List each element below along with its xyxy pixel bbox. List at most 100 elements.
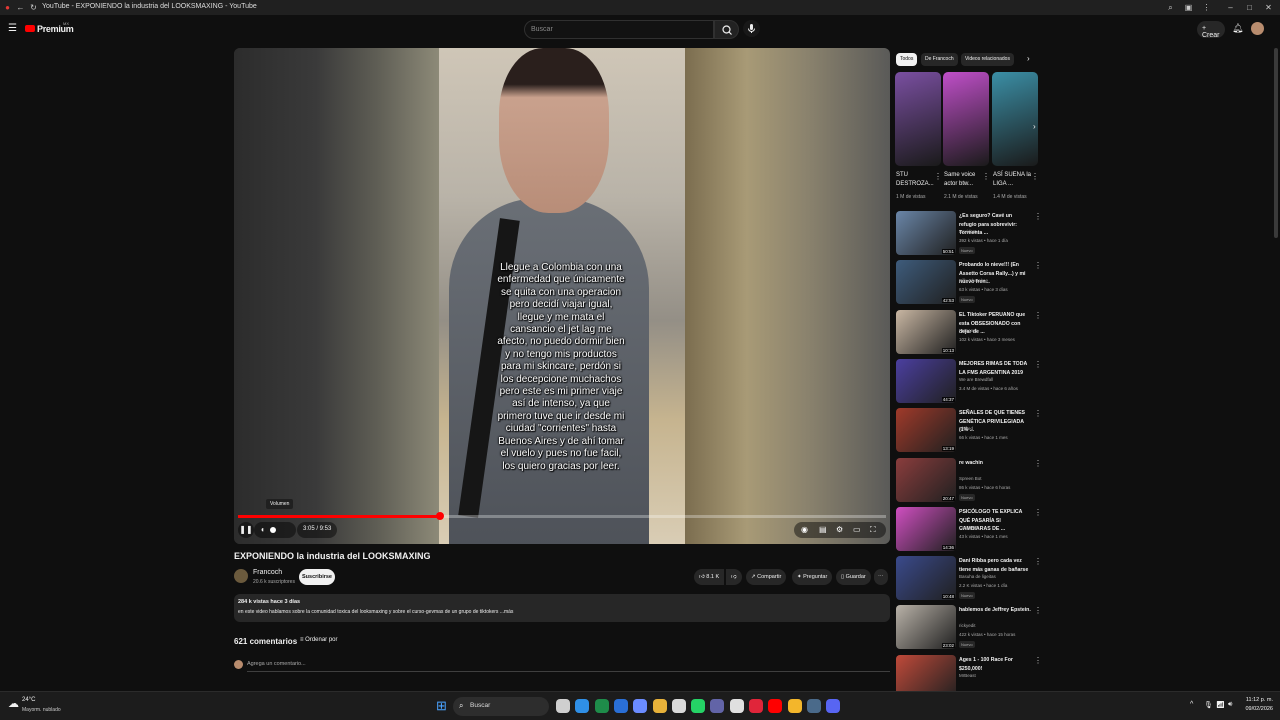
discord-icon[interactable] [826, 699, 841, 713]
video-menu-icon[interactable]: ⋮ [1034, 459, 1042, 468]
short-title[interactable]: ASÍ SUENA la LIGA ... [993, 171, 1031, 189]
miniplayer-icon[interactable]: ▭ [853, 525, 861, 534]
clock-date[interactable]: 09/02/2026 [1241, 706, 1273, 712]
close-icon[interactable]: ✕ [1264, 3, 1273, 12]
short-thumbnail[interactable] [895, 72, 941, 166]
save-button[interactable]: ▯ Guardar [836, 569, 871, 585]
share-button[interactable]: ↗ Compartir [746, 569, 787, 585]
short-title[interactable]: STU DESTROZA... [896, 171, 934, 189]
video-menu-icon[interactable]: ⋮ [1034, 557, 1042, 566]
video-thumbnail[interactable]: 44:37 [896, 359, 956, 403]
notifications-bell-icon[interactable]: 🔔︎ [1232, 23, 1243, 34]
whatsapp-icon[interactable] [691, 699, 706, 713]
video-channel[interactable]: Shifted [959, 426, 973, 431]
video-thumbnail[interactable]: 13:19 [896, 408, 956, 452]
menu-dots-icon[interactable]: ⋮ [1202, 3, 1211, 12]
shorts-next-chevron-icon[interactable]: › [1033, 122, 1036, 131]
description-box[interactable]: 284 k vistas hace 3 días en este video h… [234, 594, 890, 622]
clock-time[interactable]: 11:12 p. m. [1241, 697, 1273, 703]
video-channel[interactable]: Spreen Bot [959, 476, 982, 481]
video-thumbnail[interactable]: 50:51 [896, 211, 956, 255]
video-channel[interactable]: Francoch [959, 328, 978, 333]
video-menu-icon[interactable]: ⋮ [1034, 409, 1042, 418]
teams-icon[interactable] [710, 699, 725, 713]
video-channel[interactable]: rickyedit [959, 623, 976, 628]
like-button[interactable]: 👍︎ 8.1 K [694, 569, 725, 585]
chip-related[interactable]: Videos relacionados [961, 53, 1014, 66]
subtitles-icon[interactable]: ▤ [819, 525, 827, 534]
short-menu-icon[interactable]: ⋮ [982, 172, 990, 181]
chrome-icon[interactable] [787, 699, 802, 713]
short-menu-icon[interactable]: ⋮ [1031, 172, 1039, 181]
notepad-icon[interactable] [671, 699, 686, 713]
chip-from-channel[interactable]: De Francoch [921, 53, 958, 66]
wifi-icon[interactable]: 📶︎ [1216, 701, 1225, 709]
tray-mic-icon[interactable]: 🎙︎ [1204, 701, 1213, 709]
subscribe-button[interactable]: Suscribirse [299, 569, 335, 585]
opera-icon[interactable] [749, 699, 763, 713]
search-input[interactable]: Buscar [524, 20, 714, 39]
task-view-icon[interactable] [556, 699, 570, 713]
outlook-icon[interactable] [613, 699, 628, 713]
short-thumbnail[interactable] [992, 72, 1038, 166]
volume-control[interactable]: ◖ [254, 522, 296, 538]
reload-icon[interactable]: ↻ [29, 3, 38, 12]
channel-avatar[interactable] [234, 569, 248, 583]
youtube-app-icon[interactable] [768, 699, 783, 713]
dislike-button[interactable]: 👎︎ [726, 569, 742, 585]
sort-comments-button[interactable]: ≡ Ordenar por [300, 637, 338, 643]
video-title[interactable]: Ages 1 - 100 Race For $250,000! [959, 656, 1031, 673]
video-title[interactable]: hablemos de Jeffrey Epstein. [959, 606, 1031, 615]
video-title[interactable]: re wachin [959, 459, 1031, 468]
video-channel[interactable]: Billy Cherokee [959, 278, 988, 283]
minimize-icon[interactable]: – [1226, 3, 1235, 12]
video-menu-icon[interactable]: ⋮ [1034, 606, 1042, 615]
video-thumbnail[interactable]: 23:02 [896, 605, 956, 649]
video-thumbnail[interactable]: 10:13 [896, 310, 956, 354]
windows-start-icon[interactable]: ⊞ [436, 698, 447, 714]
settings-gear-icon[interactable]: ⚙ [836, 525, 843, 534]
speaker-icon[interactable]: 🔊︎ [1228, 701, 1232, 709]
video-title[interactable]: Dani Ribba pero cada vez tiene más ganas… [959, 557, 1031, 574]
volume-icon[interactable]: ◖ [260, 525, 265, 534]
hamburger-menu-icon[interactable]: ☰ [8, 23, 17, 34]
chips-next-chevron-icon[interactable]: › [1027, 54, 1030, 63]
weather-temp[interactable]: 24°C [22, 697, 35, 703]
video-menu-icon[interactable]: ⋮ [1034, 656, 1042, 665]
more-actions-button[interactable]: ⋯ [874, 569, 888, 585]
create-button[interactable]: + Crear [1197, 21, 1225, 39]
video-channel[interactable]: Devidcat [959, 229, 977, 234]
video-thumbnail[interactable]: 20:47 [896, 458, 956, 502]
youtube-logo-icon[interactable] [25, 25, 35, 32]
video-channel[interactable]: Basuha de ligeitas [959, 574, 996, 579]
short-title[interactable]: Same voice actor btw... [944, 171, 982, 189]
video-menu-icon[interactable]: ⋮ [1034, 212, 1042, 221]
video-channel[interactable]: Cassy XD [959, 525, 979, 530]
excel-icon[interactable] [594, 699, 609, 713]
video-menu-icon[interactable]: ⋮ [1034, 261, 1042, 270]
extensions-icon[interactable]: ▣ [1184, 3, 1193, 12]
video-channel[interactable]: We are Brewdfall [959, 377, 993, 382]
account-avatar[interactable] [1251, 22, 1264, 35]
capcut-icon[interactable] [729, 699, 744, 713]
add-comment-input[interactable]: Agrega un comentario... [247, 661, 306, 667]
video-channel[interactable]: MrBeast [959, 673, 976, 678]
video-thumbnail[interactable]: 14:36 [896, 507, 956, 551]
copilot-icon[interactable] [633, 699, 648, 713]
video-thumbnail[interactable]: 10:48 [896, 556, 956, 600]
video-menu-icon[interactable]: ⋮ [1034, 311, 1042, 320]
autoplay-toggle-icon[interactable]: ◉ [801, 525, 808, 534]
video-menu-icon[interactable]: ⋮ [1034, 360, 1042, 369]
tray-chevron-icon[interactable]: ^ [1190, 701, 1193, 708]
maximize-icon[interactable]: □ [1245, 3, 1254, 12]
search-button[interactable] [714, 20, 739, 39]
video-thumbnail[interactable]: 42:53 [896, 260, 956, 304]
file-explorer-icon[interactable] [652, 699, 667, 713]
short-thumbnail[interactable] [943, 72, 989, 166]
chip-all[interactable]: Todos [896, 53, 918, 66]
ask-button[interactable]: ✦ Preguntar [792, 569, 833, 585]
search-icon[interactable]: ⌕ [1166, 3, 1175, 12]
volume-slider-handle[interactable] [270, 527, 276, 533]
voice-search-button[interactable] [743, 20, 760, 37]
steam-icon[interactable] [806, 699, 821, 713]
